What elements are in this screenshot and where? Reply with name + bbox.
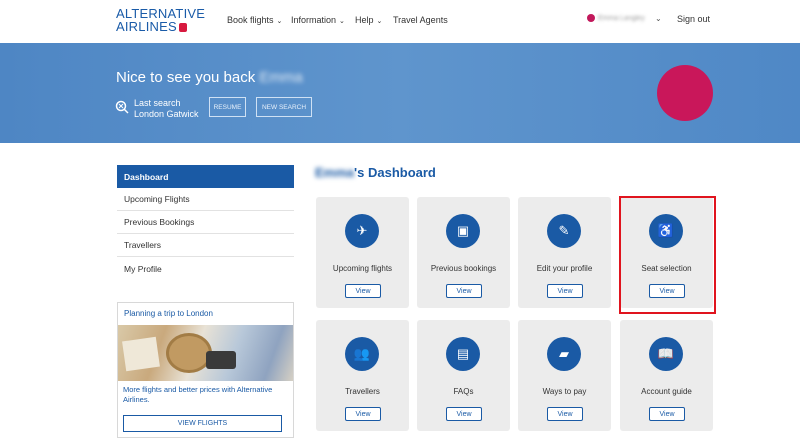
card-label: Edit your profile xyxy=(536,264,593,273)
book-icon: 📖 xyxy=(649,337,683,371)
alternative-airlines-logo[interactable]: ALTERNATIVE AIRLINES xyxy=(116,7,205,33)
welcome-greeting: Nice to see you back Emma xyxy=(116,69,303,86)
chevron-down-icon[interactable]: ⌄ xyxy=(655,14,662,23)
nav-help[interactable]: Help ⌄ xyxy=(355,15,382,25)
sidebar-item-dashboard[interactable]: Dashboard xyxy=(117,165,294,188)
plane-icon: ✈ xyxy=(345,214,379,248)
last-search: Last search London Gatwick xyxy=(134,98,199,120)
greeting-name: Emma xyxy=(259,69,303,86)
card-account-guide: 📖 Account guide View xyxy=(620,320,713,431)
nav-information[interactable]: Information ⌄ xyxy=(291,15,345,25)
pencil-icon: ✎ xyxy=(547,214,581,248)
title-suffix: 's Dashboard xyxy=(354,165,436,180)
resume-button[interactable]: RESUME xyxy=(209,97,246,117)
view-button[interactable]: View xyxy=(345,284,381,298)
card-label: Ways to pay xyxy=(542,387,587,396)
logo-line-2: AIRLINES xyxy=(116,19,177,34)
view-button[interactable]: View xyxy=(547,284,583,298)
document-icon: ▤ xyxy=(446,337,480,371)
view-button[interactable]: View xyxy=(446,284,482,298)
card-label: Upcoming flights xyxy=(332,264,393,273)
view-button[interactable]: View xyxy=(345,407,381,421)
sign-out-link[interactable]: Sign out xyxy=(677,14,710,24)
page-title: Emma's Dashboard xyxy=(315,165,436,180)
nav-travel-agents[interactable]: Travel Agents xyxy=(393,15,448,25)
sidebar-item-my-profile[interactable]: My Profile xyxy=(117,257,294,280)
user-avatar[interactable] xyxy=(587,14,595,22)
card-travellers: 👥 Travellers View xyxy=(316,320,409,431)
promo-text: More flights and better prices with Alte… xyxy=(123,385,273,404)
nav-label: Information xyxy=(291,15,337,25)
card-ways-to-pay: ▰ Ways to pay View xyxy=(518,320,611,431)
chevron-down-icon: ⌄ xyxy=(339,18,345,25)
sidebar-item-previous-bookings[interactable]: Previous Bookings xyxy=(117,211,294,234)
wallet-icon: ▰ xyxy=(547,337,581,371)
promo-title[interactable]: Planning a trip to London xyxy=(124,309,213,318)
travel-items-image xyxy=(118,325,293,381)
last-search-value: London Gatwick xyxy=(134,109,199,119)
view-button[interactable]: View xyxy=(649,407,685,421)
screen-icon: ▣ xyxy=(446,214,480,248)
nav-label: Travel Agents xyxy=(393,15,448,25)
search-icon xyxy=(115,100,129,114)
people-icon: 👥 xyxy=(345,337,379,371)
nav-book-flights[interactable]: Book flights ⌄ xyxy=(227,15,282,25)
nav-label: Book flights xyxy=(227,15,274,25)
welcome-banner: Nice to see you back Emma Last search Lo… xyxy=(0,43,800,143)
seat-selection-highlight-box xyxy=(619,196,716,314)
view-button[interactable]: View xyxy=(446,407,482,421)
luggage-tag-icon xyxy=(178,23,187,32)
card-upcoming-flights: ✈ Upcoming flights View xyxy=(316,197,409,308)
card-edit-profile: ✎ Edit your profile View xyxy=(518,197,611,308)
card-label: Travellers xyxy=(345,387,380,396)
sidebar-item-upcoming-flights[interactable]: Upcoming Flights xyxy=(117,188,294,211)
view-button[interactable]: View xyxy=(547,407,583,421)
nav-label: Help xyxy=(355,15,374,25)
card-label: Previous bookings xyxy=(430,264,497,273)
last-search-label: Last search xyxy=(134,98,181,108)
chevron-down-icon: ⌄ xyxy=(376,18,383,25)
view-flights-button[interactable]: VIEW FLIGHTS xyxy=(123,415,282,432)
card-label: FAQs xyxy=(453,387,474,396)
title-name: Emma xyxy=(315,165,355,180)
promo-card: Planning a trip to London More flights a… xyxy=(117,302,294,438)
user-name[interactable]: Emma Langley xyxy=(598,15,645,22)
sidebar-item-travellers[interactable]: Travellers xyxy=(117,234,294,257)
chevron-down-icon: ⌄ xyxy=(276,18,283,25)
top-navigation-bar: ALTERNATIVE AIRLINES Book flights ⌄ Infor… xyxy=(0,0,800,43)
card-faqs: ▤ FAQs View xyxy=(417,320,510,431)
card-label: Account guide xyxy=(641,387,692,396)
card-previous-bookings: ▣ Previous bookings View xyxy=(417,197,510,308)
new-search-button[interactable]: NEW SEARCH xyxy=(256,97,312,117)
profile-avatar xyxy=(657,65,713,121)
greeting-text: Nice to see you back xyxy=(116,69,256,86)
